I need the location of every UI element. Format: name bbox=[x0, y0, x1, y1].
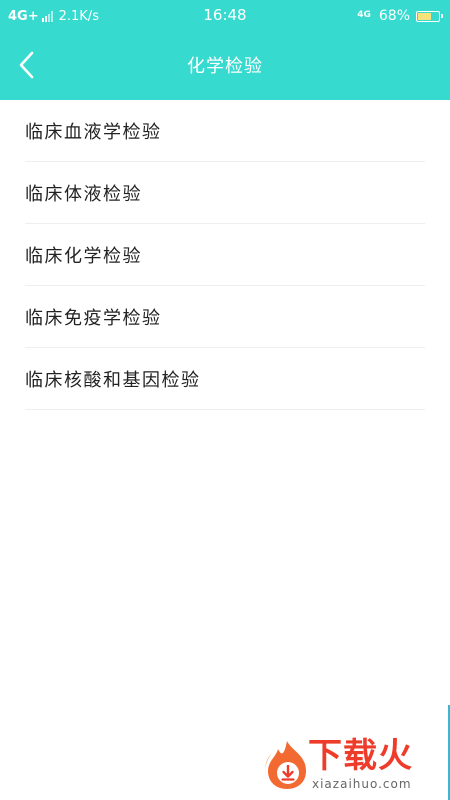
app-header: 4G+ 2.1K/s 16:48 4G 68% 化学检验 bbox=[0, 0, 450, 100]
list-item-label: 临床免疫学检验 bbox=[25, 307, 162, 329]
list-item[interactable]: 临床核酸和基因检验 bbox=[25, 348, 425, 410]
status-right: 4G 68% bbox=[357, 7, 443, 25]
category-list: 临床血液学检验 临床体液检验 临床化学检验 临床免疫学检验临床核酸和基因检验 bbox=[0, 100, 450, 410]
status-bar: 4G+ 2.1K/s 16:48 4G 68% bbox=[0, 0, 450, 32]
list-item[interactable]: 临床体液检验 bbox=[25, 162, 425, 224]
watermark: 下载火 xiazaihuo.com bbox=[262, 735, 442, 795]
list-item[interactable]: 临床化学检验 bbox=[25, 224, 425, 286]
page-title: 化学检验 bbox=[187, 56, 263, 77]
watermark-text: 下载火 bbox=[308, 736, 413, 776]
list-item[interactable]: 临床免疫学检验 bbox=[25, 286, 425, 348]
battery-fill bbox=[418, 12, 431, 20]
list-item-label: 临床化学检验 bbox=[25, 245, 142, 267]
watermark-url: xiazaihuo.com bbox=[312, 777, 412, 791]
network-secondary: 4G bbox=[357, 9, 371, 20]
list-item-label: 临床血液学检验 bbox=[25, 121, 162, 143]
list-item[interactable]: 临床血液学检验 bbox=[25, 100, 425, 162]
list-item-label: 临床体液检验 bbox=[25, 183, 142, 205]
battery-icon bbox=[416, 10, 443, 22]
list-item-label: 临床核酸和基因检验 bbox=[25, 369, 201, 391]
battery-percent: 68% bbox=[378, 8, 410, 24]
flame-download-icon bbox=[265, 741, 306, 789]
